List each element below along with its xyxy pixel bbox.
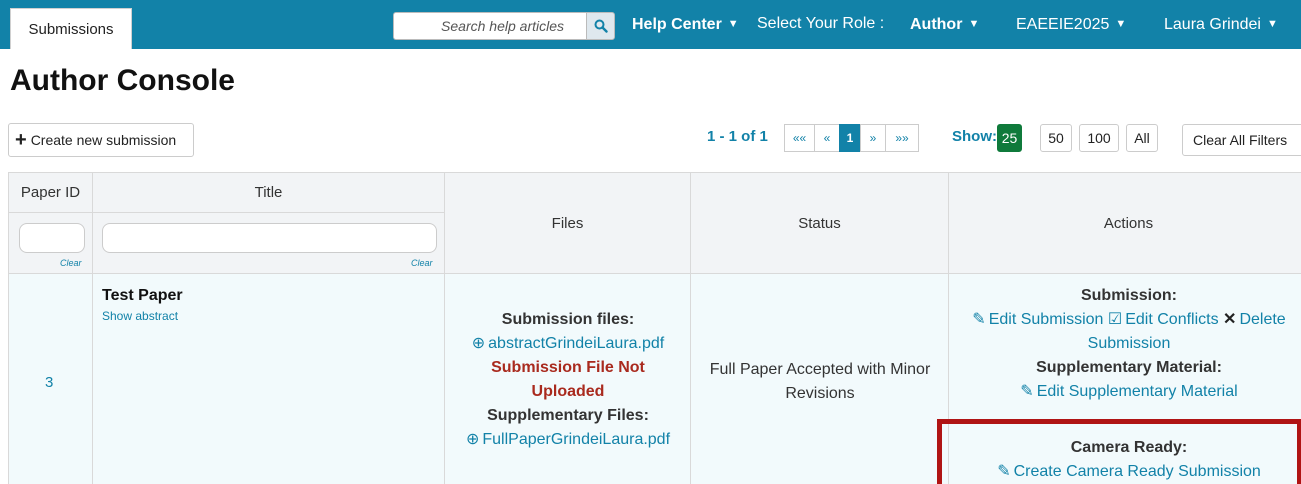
supplementary-file-link[interactable]: ⊕ FullPaperGrindeiLaura.pdf xyxy=(445,428,691,452)
header-files: Files xyxy=(445,173,691,274)
show-100-button[interactable]: 100 xyxy=(1079,124,1119,152)
title-cell: Test Paper Show abstract xyxy=(93,274,445,484)
pagination: «« « 1 » »» xyxy=(784,124,919,152)
delete-label-1: Delete xyxy=(1239,311,1286,328)
paper-id-link[interactable]: 3 xyxy=(45,374,53,391)
show-25-button[interactable]: 25 xyxy=(997,124,1022,152)
submissions-table: Paper ID Title Files Status Actions Clea… xyxy=(8,172,1301,484)
edit-conflicts-link[interactable]: ☑ Edit Conflicts xyxy=(1108,311,1219,328)
supplementary-material-heading: Supplementary Material: xyxy=(1036,359,1222,376)
role-label: Select Your Role : xyxy=(757,15,885,32)
not-uploaded-line-2: Uploaded xyxy=(531,383,605,400)
search-icon xyxy=(594,19,608,33)
delete-label-2[interactable]: Submission xyxy=(949,332,1301,356)
actions-cell: Submission: ✎ Edit Submission ☑ Edit Confl… xyxy=(949,274,1301,484)
paper-id-clear-link[interactable]: Clear xyxy=(60,258,82,268)
search-input[interactable] xyxy=(393,12,586,40)
download-icon: ⊕ xyxy=(471,335,486,352)
paper-id-cell: 3 xyxy=(9,274,93,484)
edit-icon: ✎ xyxy=(1020,383,1034,400)
plus-icon: + xyxy=(15,129,27,151)
abstract-file-link[interactable]: ⊕ abstractGrindeiLaura.pdf xyxy=(445,332,691,356)
show-50-button[interactable]: 50 xyxy=(1040,124,1072,152)
caret-down-icon: ▼ xyxy=(968,18,980,30)
search-button[interactable] xyxy=(586,12,615,40)
create-camera-ready-label: Create Camera Ready Submission xyxy=(1013,463,1261,480)
download-icon: ⊕ xyxy=(465,431,480,448)
help-center-label: Help Center xyxy=(632,16,722,33)
submission-actions-heading: Submission: xyxy=(1080,287,1177,304)
caret-down-icon: ▼ xyxy=(1266,18,1278,30)
header-title[interactable]: Title xyxy=(93,173,445,213)
header-actions: Actions xyxy=(949,173,1301,274)
role-value: Author xyxy=(910,16,963,33)
paper-id-filter-input[interactable] xyxy=(19,223,85,253)
title-filter-input[interactable] xyxy=(102,223,437,253)
delete-submission-link[interactable]: ✕ Delete xyxy=(1223,311,1286,328)
caret-down-icon: ▼ xyxy=(727,18,739,30)
user-name: Laura Grindei xyxy=(1164,16,1261,33)
show-all-button[interactable]: All xyxy=(1126,124,1158,152)
paper-title: Test Paper xyxy=(102,287,183,304)
abstract-file-name: abstractGrindeiLaura.pdf xyxy=(488,335,665,352)
clear-all-filters-button[interactable]: Clear All Filters xyxy=(1182,124,1301,156)
header-status[interactable]: Status xyxy=(691,173,949,274)
show-abstract-link[interactable]: Show abstract xyxy=(102,309,178,323)
create-submission-button[interactable]: + Create new submission xyxy=(8,123,194,157)
conference-label: EAEEIE2025 xyxy=(1016,16,1110,33)
page-current-button[interactable]: 1 xyxy=(839,124,861,152)
page-title: Author Console xyxy=(10,64,235,97)
create-submission-label: Create new submission xyxy=(30,132,177,148)
page-first-button[interactable]: «« xyxy=(784,124,815,152)
edit-supplementary-label: Edit Supplementary Material xyxy=(1036,383,1238,400)
filter-cell-paper-id: Clear xyxy=(9,213,93,274)
page-prev-button[interactable]: « xyxy=(814,124,840,152)
not-uploaded-line-1: Submission File Not xyxy=(491,359,645,376)
user-menu[interactable]: Laura Grindei ▼ xyxy=(1164,13,1278,36)
files-cell: Submission files: ⊕ abstractGrindeiLaura.… xyxy=(445,274,691,484)
caret-down-icon: ▼ xyxy=(1115,18,1127,30)
title-clear-link[interactable]: Clear xyxy=(411,258,433,268)
edit-icon: ✎ xyxy=(972,311,986,328)
close-icon: ✕ xyxy=(1223,311,1237,328)
tab-submissions[interactable]: Submissions xyxy=(10,8,132,49)
page-last-button[interactable]: »» xyxy=(885,124,919,152)
help-center-menu[interactable]: Help Center ▼ xyxy=(632,13,739,36)
checkbox-icon: ☑ xyxy=(1107,311,1123,328)
supplementary-files-heading: Supplementary Files: xyxy=(487,407,649,424)
filter-cell-title: Clear xyxy=(93,213,445,274)
show-label: Show: xyxy=(952,128,997,145)
page-next-button[interactable]: » xyxy=(860,124,886,152)
status-cell: Full Paper Accepted with Minor Revisions xyxy=(691,274,949,484)
edit-submission-link[interactable]: ✎ Edit Submission xyxy=(972,311,1103,328)
edit-icon: ✎ xyxy=(997,463,1011,480)
create-camera-ready-link[interactable]: ✎ Create Camera Ready Submission xyxy=(949,460,1301,484)
edit-conflicts-label: Edit Conflicts xyxy=(1125,311,1219,328)
edit-submission-label: Edit Submission xyxy=(988,311,1104,328)
header-paper-id[interactable]: Paper ID xyxy=(9,173,93,213)
edit-supplementary-link[interactable]: ✎ Edit Supplementary Material xyxy=(949,380,1301,404)
role-menu[interactable]: Author ▼ xyxy=(910,13,979,36)
pager-summary: 1 - 1 of 1 xyxy=(707,128,768,145)
status-line-2: Revisions xyxy=(785,385,855,402)
supplementary-file-name: FullPaperGrindeiLaura.pdf xyxy=(482,431,671,448)
conference-menu[interactable]: EAEEIE2025 ▼ xyxy=(1016,13,1126,36)
top-navbar: Submissions Help Center ▼ Select Your Rol… xyxy=(0,0,1301,49)
camera-ready-heading: Camera Ready: xyxy=(1070,439,1188,456)
status-line-1: Full Paper Accepted with Minor xyxy=(709,361,931,378)
submission-files-heading: Submission files: xyxy=(501,311,635,328)
